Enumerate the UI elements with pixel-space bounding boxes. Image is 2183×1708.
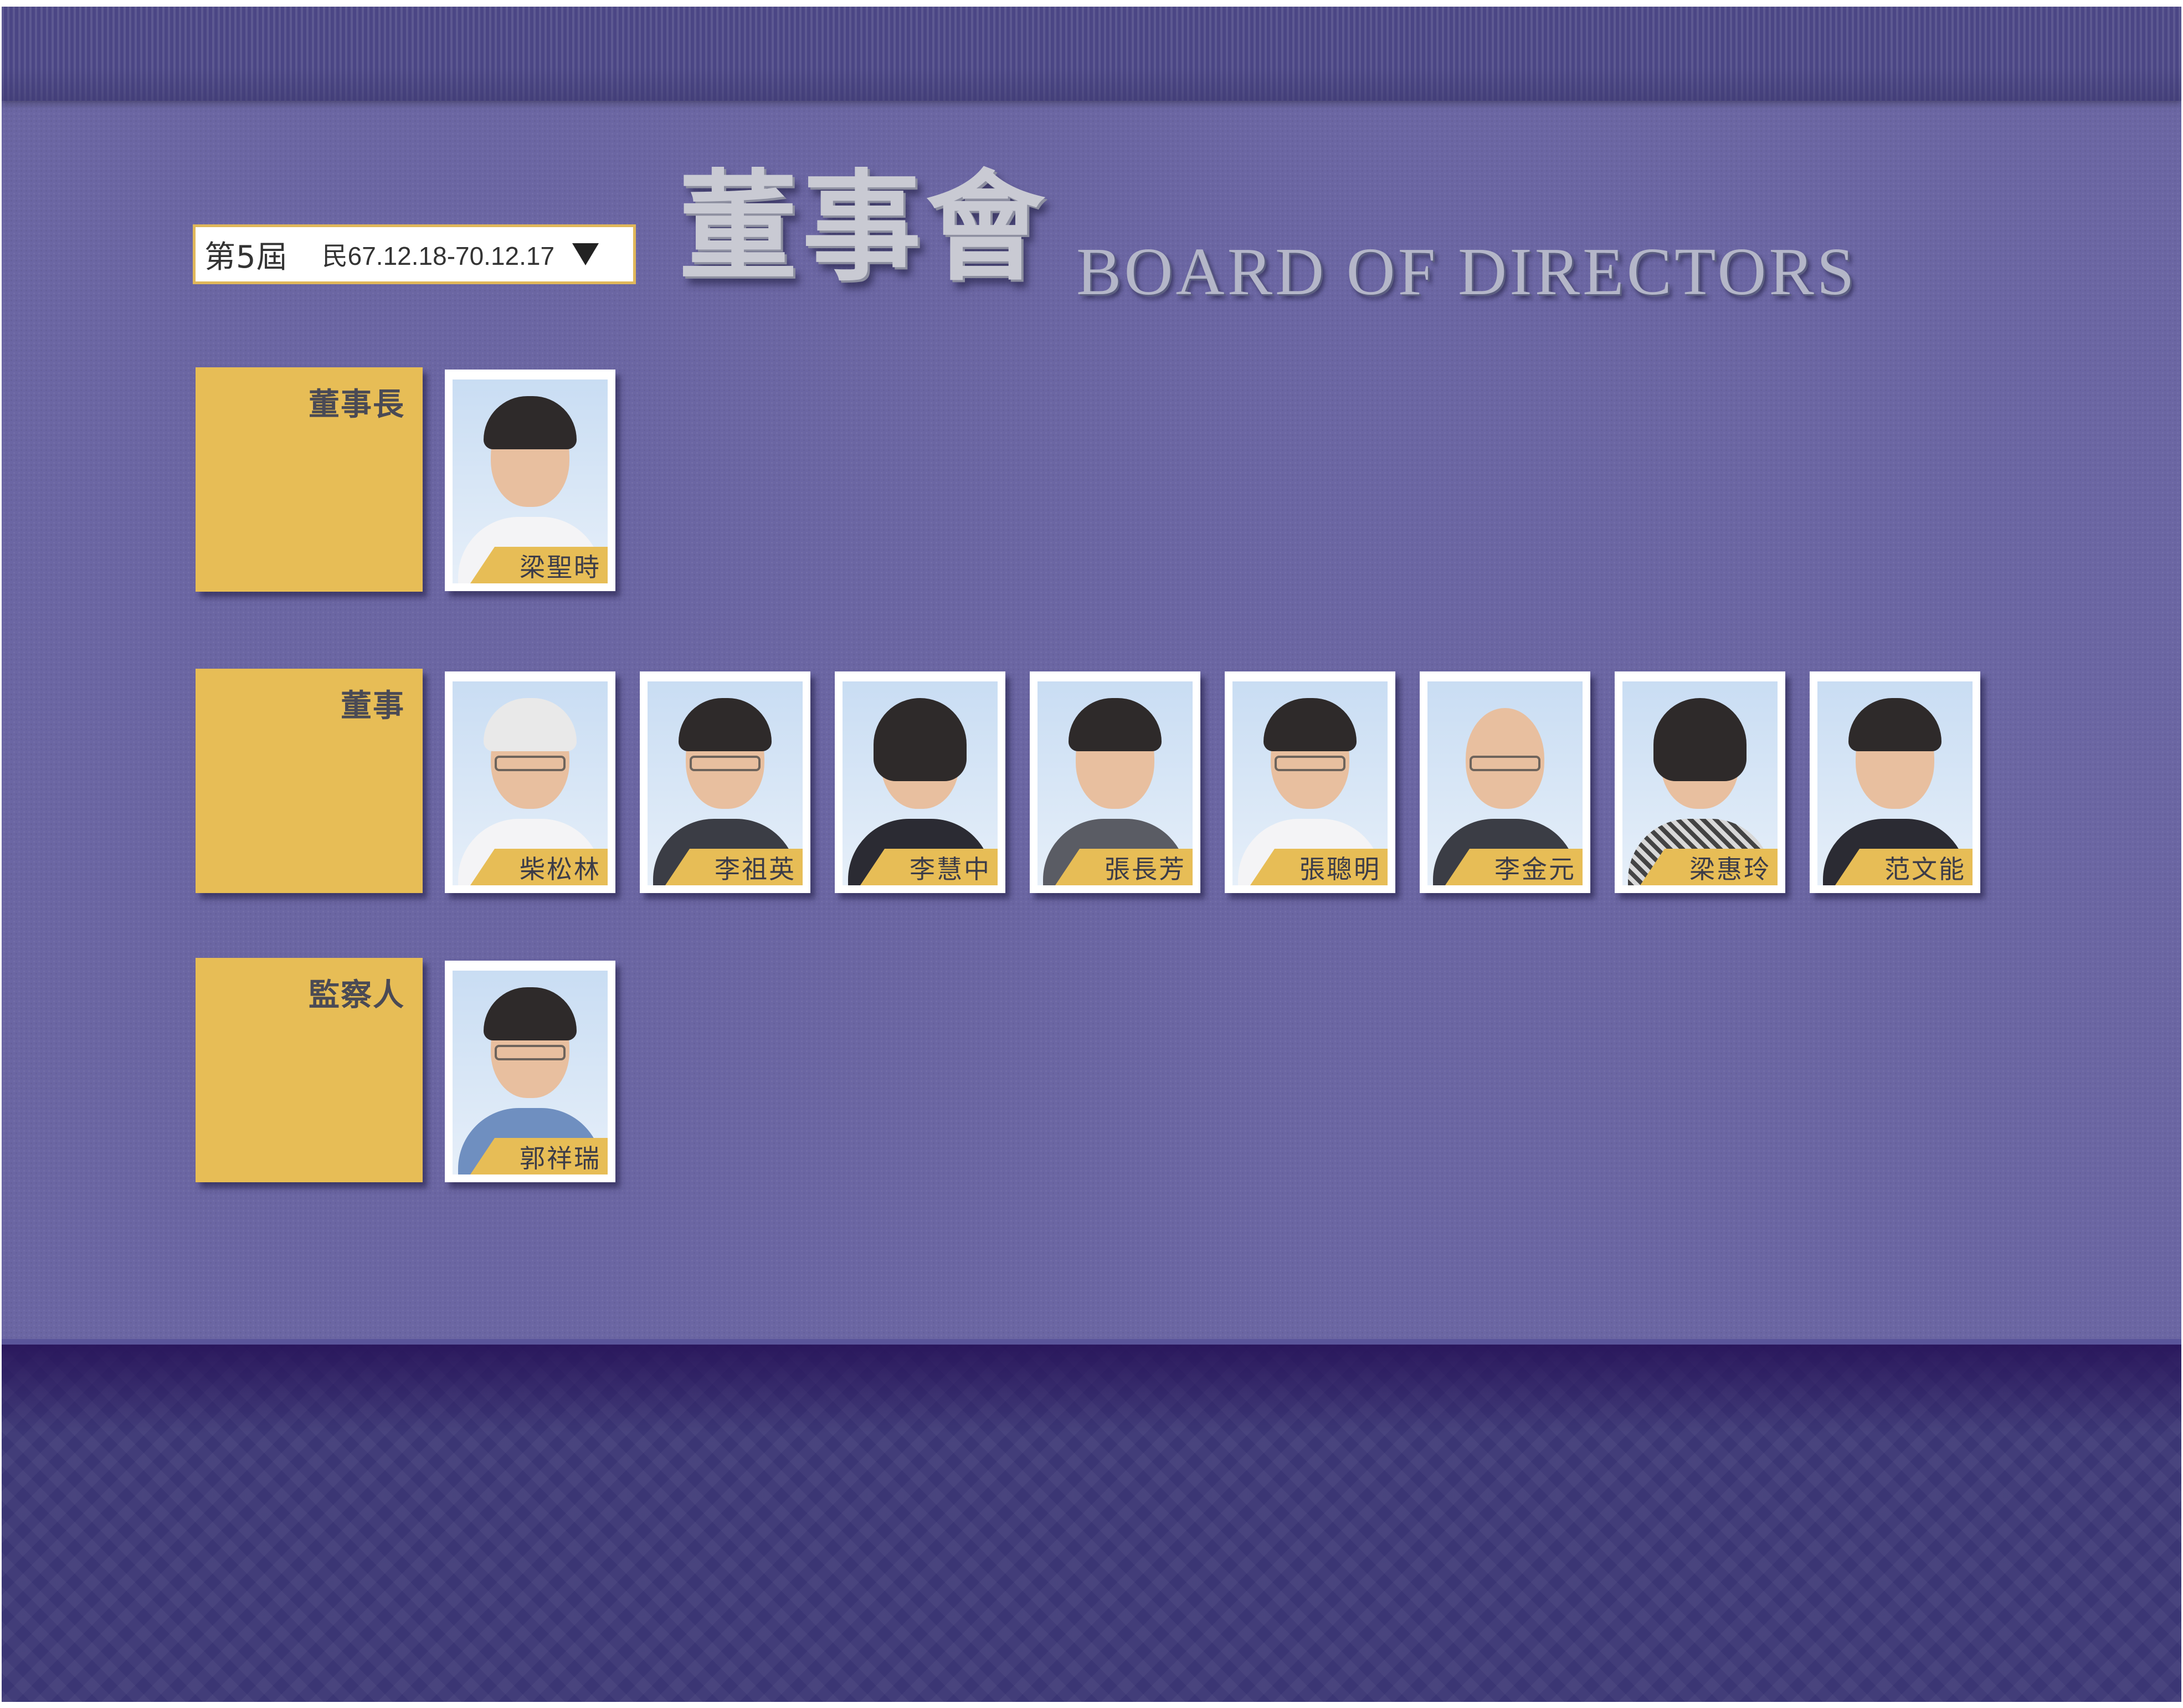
member-name: 李祖英 — [715, 854, 796, 884]
member-card[interactable]: 李慧中 — [835, 671, 1005, 893]
member-name: 梁聖時 — [520, 552, 601, 582]
page-background: 第5屆 民67.12.18-70.12.17 董事會 BOARD OF DIRE… — [2, 7, 2181, 1702]
member-card[interactable]: 范文能 — [1810, 671, 1980, 893]
member-name: 柴松林 — [520, 854, 601, 884]
term-label: 第5屆 — [204, 239, 288, 275]
role-label-supervisor: 監察人 — [309, 977, 405, 1013]
triangle-down-icon[interactable] — [572, 243, 599, 265]
member-card[interactable]: 張長芳 — [1030, 671, 1200, 893]
role-box-supervisor: 監察人 — [196, 958, 423, 1182]
role-box-chairman: 董事長 — [196, 367, 423, 592]
member-name: 范文能 — [1884, 854, 1966, 884]
member-card[interactable]: 郭祥瑞 — [445, 961, 615, 1182]
header-band — [2, 7, 2181, 101]
member-card[interactable]: 張聰明 — [1225, 671, 1395, 893]
member-card[interactable]: 李金元 — [1420, 671, 1590, 893]
term-select-dropdown[interactable]: 第5屆 民67.12.18-70.12.17 — [193, 224, 636, 284]
member-name: 李慧中 — [910, 854, 991, 884]
member-name: 梁惠玲 — [1689, 854, 1771, 884]
page-title-en: BOARD OF DIRECTORS — [1076, 234, 1857, 309]
member-name: 張長芳 — [1105, 854, 1186, 884]
member-name: 李金元 — [1494, 854, 1576, 884]
role-label-chairman: 董事長 — [309, 387, 405, 423]
member-card[interactable]: 李祖英 — [640, 671, 810, 893]
member-card[interactable]: 梁惠玲 — [1615, 671, 1785, 893]
page-title-zh: 董事會 — [679, 157, 1049, 297]
term-dates: 民67.12.18-70.12.17 — [322, 242, 555, 270]
footer-band — [2, 1339, 2181, 1702]
member-name: 郭祥瑞 — [520, 1143, 601, 1173]
role-box-directors: 董事 — [196, 669, 423, 893]
member-card[interactable]: 柴松林 — [445, 671, 615, 893]
member-name: 張聰明 — [1299, 854, 1381, 884]
role-label-directors: 董事 — [341, 688, 405, 724]
member-card[interactable]: 梁聖時 — [445, 370, 615, 591]
